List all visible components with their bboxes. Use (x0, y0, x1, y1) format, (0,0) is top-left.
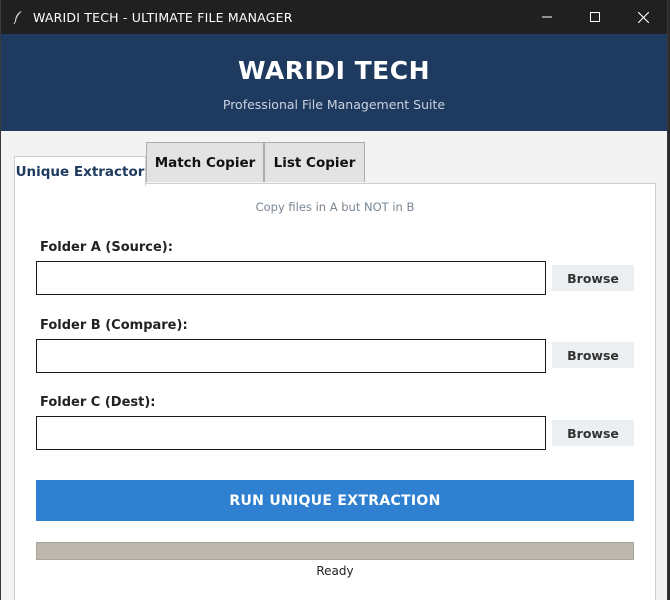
tab-match-copier[interactable]: Match Copier (146, 142, 264, 182)
folder-b-input[interactable] (36, 339, 546, 373)
progress-bar (36, 542, 634, 560)
folder-a-label: Folder A (Source): (40, 240, 173, 255)
maximize-button[interactable] (571, 0, 619, 34)
folder-c-input[interactable] (36, 416, 546, 450)
tab-unique-extractor[interactable]: Unique Extractor (14, 156, 146, 186)
close-button[interactable] (619, 0, 667, 34)
tab-bar: Unique Extractor Match Copier List Copie… (14, 142, 654, 186)
header-title: WARIDI TECH (237, 56, 430, 85)
feather-icon (11, 9, 25, 25)
status-text: Ready (316, 564, 354, 578)
header-subtitle: Professional File Management Suite (222, 97, 446, 112)
panel-description: Copy files in A but NOT in B (255, 200, 415, 214)
app-window: WARIDI TECH - ULTIMATE FILE MANAGER WARI… (0, 0, 668, 600)
window-title: WARIDI TECH - ULTIMATE FILE MANAGER (33, 9, 293, 25)
folder-b-browse-button[interactable]: Browse (552, 342, 634, 368)
minimize-icon (542, 16, 552, 18)
folder-a-browse-button[interactable]: Browse (552, 265, 634, 291)
folder-c-browse-button[interactable]: Browse (552, 420, 634, 446)
app-header: WARIDI TECH Professional File Management… (1, 34, 667, 131)
tab-list-copier[interactable]: List Copier (264, 142, 365, 182)
unique-extractor-panel: Copy files in A but NOT in B Folder A (S… (14, 183, 656, 600)
maximize-icon (590, 12, 600, 22)
folder-a-input[interactable] (36, 261, 546, 295)
folder-c-label: Folder C (Dest): (40, 395, 156, 410)
minimize-button[interactable] (523, 0, 571, 34)
run-unique-extraction-button[interactable]: RUN UNIQUE EXTRACTION (36, 480, 634, 521)
window-controls (523, 0, 667, 34)
close-icon (637, 11, 649, 23)
title-bar[interactable]: WARIDI TECH - ULTIMATE FILE MANAGER (1, 0, 667, 34)
folder-b-label: Folder B (Compare): (40, 318, 188, 333)
